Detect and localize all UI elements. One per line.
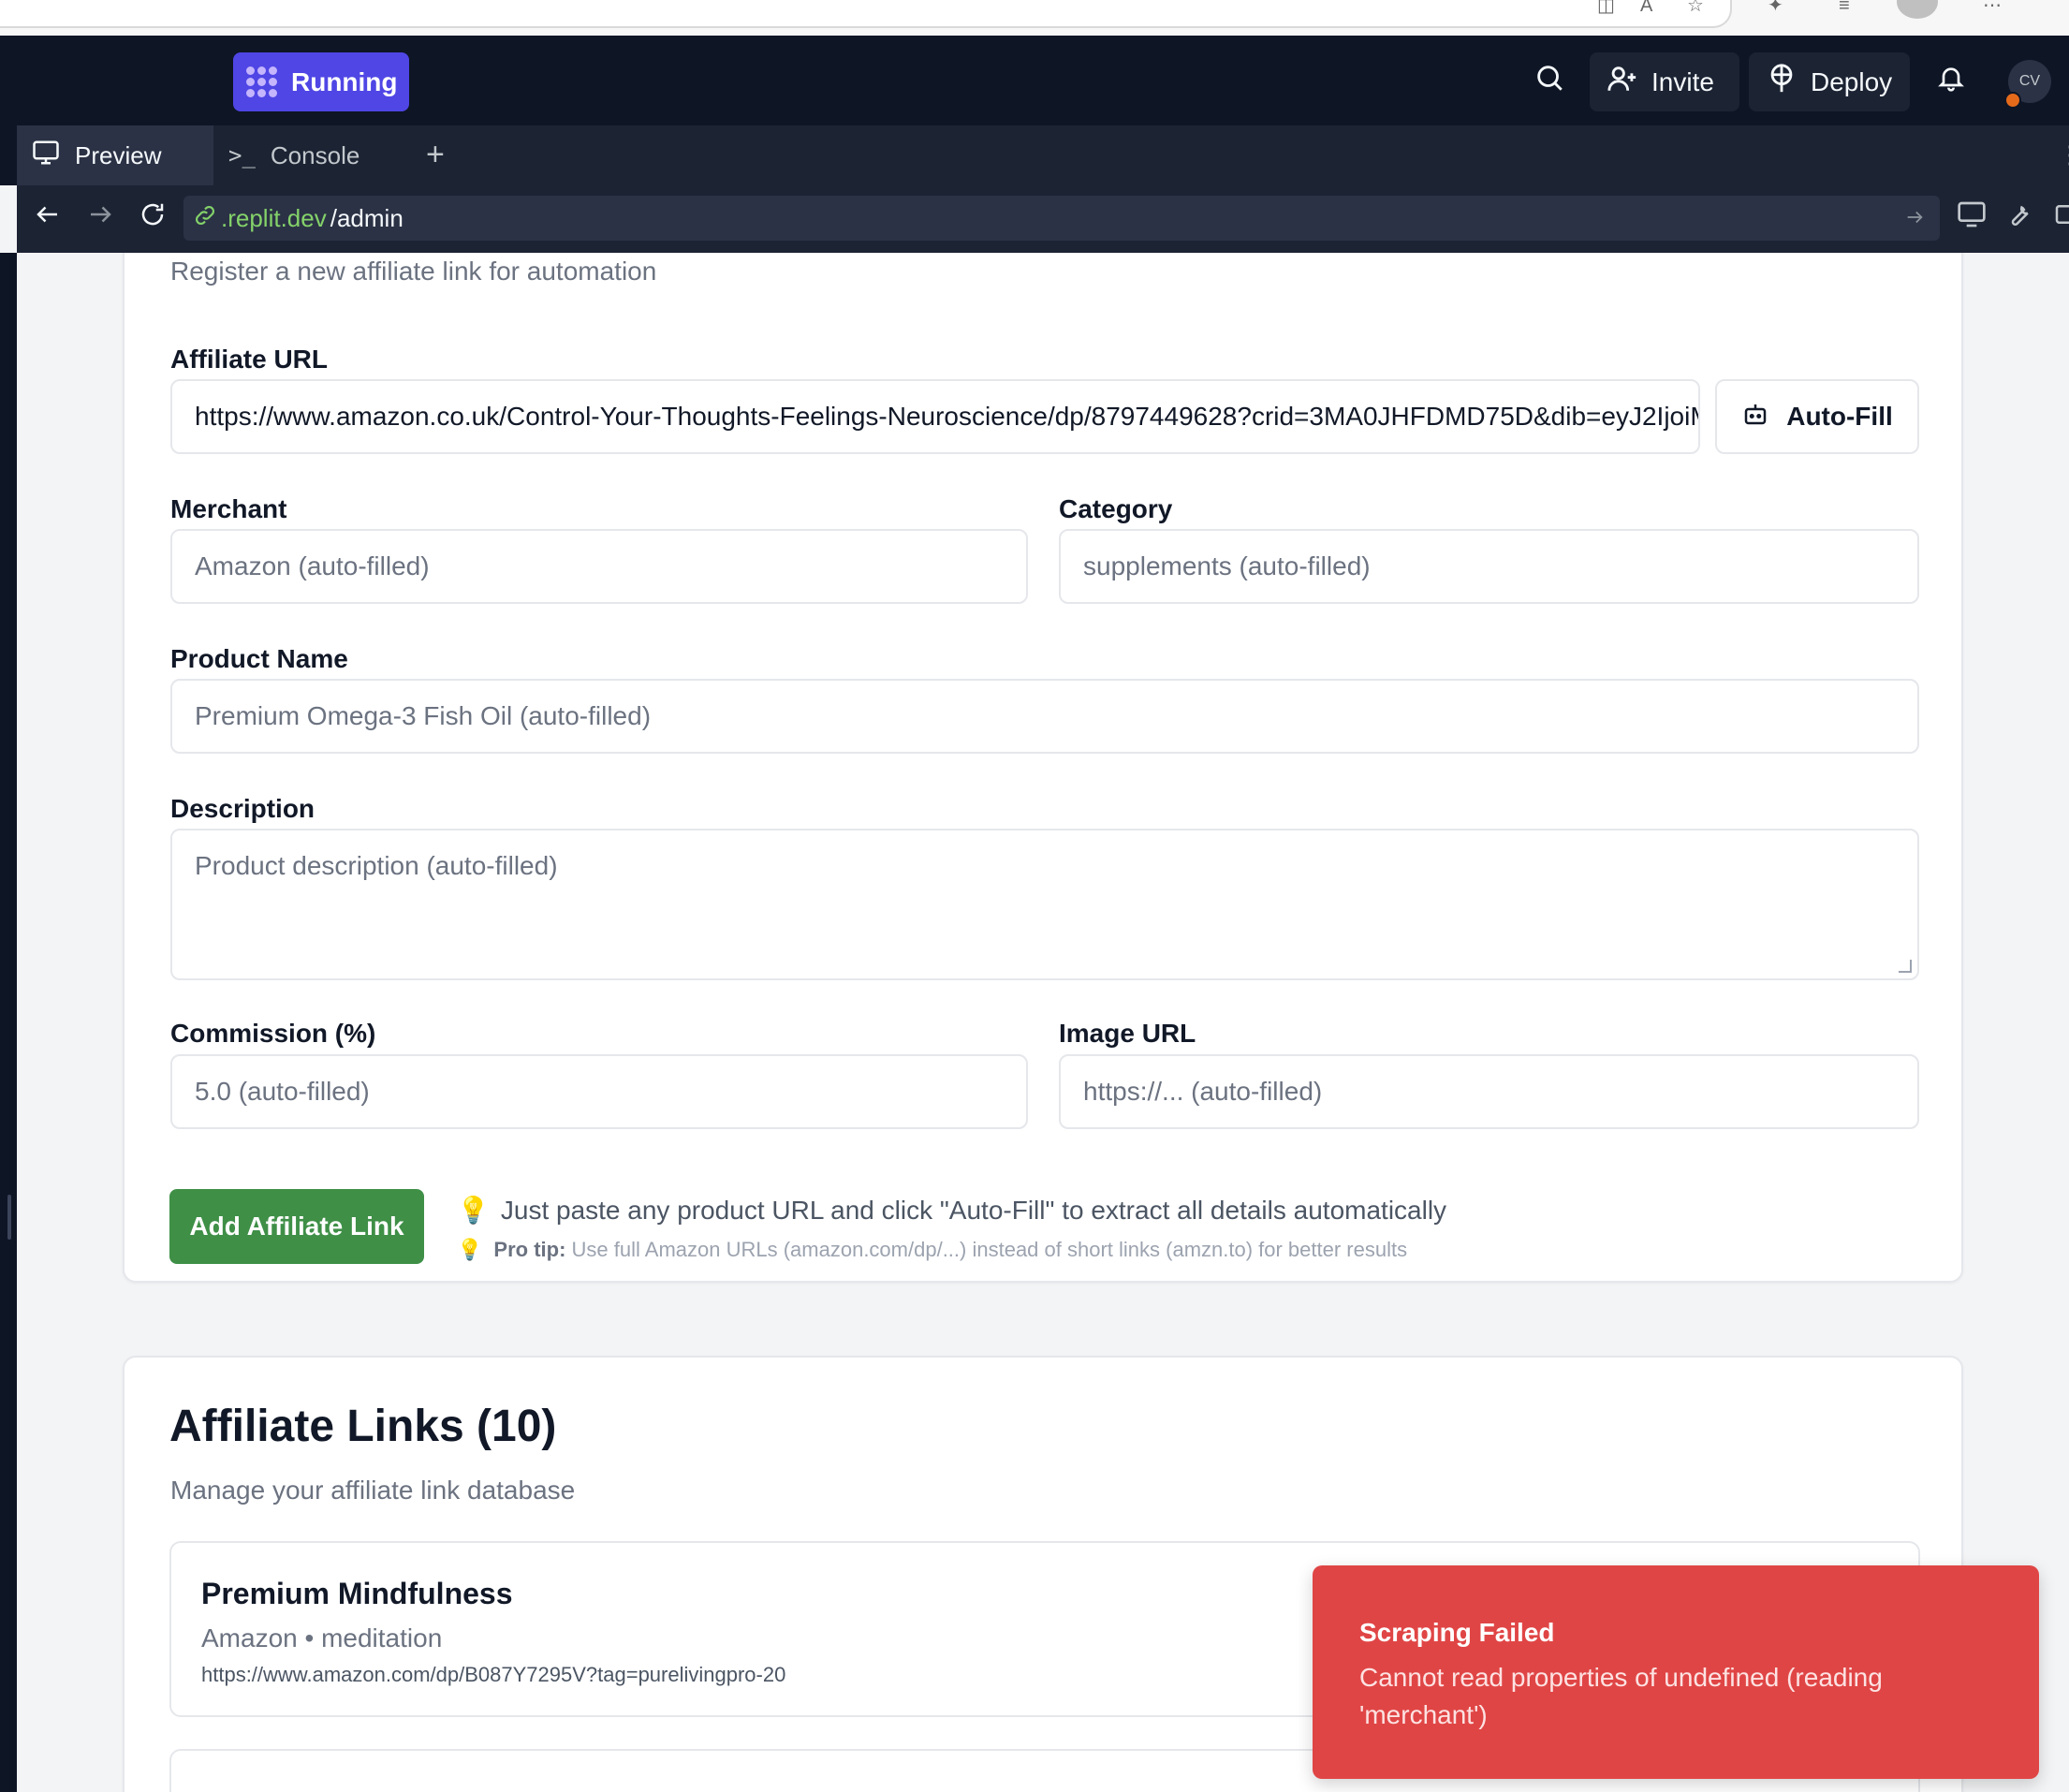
url-domain: .replit.dev: [221, 203, 327, 232]
affiliate-links-title: Affiliate Links (10): [169, 1402, 557, 1451]
form-subtitle: Register a new affiliate link for automa…: [170, 257, 657, 286]
category-label: Category: [1059, 494, 1173, 523]
url-path: /admin: [330, 203, 404, 232]
bell-icon[interactable]: [1936, 62, 1966, 98]
category-placeholder: supplements (auto-filled): [1083, 551, 1371, 580]
replit-topbar: Running Invite Deploy CV: [0, 36, 2069, 125]
browser-profile-avatar[interactable]: [1897, 0, 1938, 19]
avatar-initials: CV: [2018, 73, 2041, 89]
notification-dot: [2004, 92, 2021, 109]
commission-placeholder: 5.0 (auto-filled): [195, 1077, 370, 1106]
add-affiliate-link-label: Add Affiliate Link: [189, 1212, 404, 1241]
collections-icon[interactable]: ≡: [1839, 0, 1850, 15]
commission-label: Commission (%): [170, 1019, 376, 1048]
lightbulb-icon: 💡: [457, 1196, 490, 1225]
product-name-label: Product Name: [170, 644, 348, 673]
tip-pro: 💡 Pro tip: Use full Amazon URLs (amazon.c…: [457, 1238, 1407, 1262]
tip-main: 💡 Just paste any product URL and click "A…: [457, 1195, 1446, 1226]
preview-viewport: Register a new affiliate link for automa…: [17, 253, 2069, 1792]
back-icon[interactable]: [34, 200, 62, 233]
image-url-input[interactable]: https://... (auto-filled): [1059, 1054, 1919, 1129]
run-button[interactable]: Running: [233, 52, 409, 111]
description-placeholder: Product description (auto-filled): [195, 851, 558, 880]
extensions-icon[interactable]: ✦: [1768, 0, 1783, 15]
tab-console-label: Console: [270, 140, 360, 169]
tip-pro-text: Use full Amazon URLs (amazon.com/dp/...)…: [571, 1238, 1408, 1261]
affiliate-url-value: https://www.amazon.co.uk/Control-Your-Th…: [195, 402, 1700, 431]
go-icon[interactable]: [1904, 203, 1925, 238]
image-url-label: Image URL: [1059, 1019, 1196, 1048]
tip-pro-label: Pro tip:: [493, 1238, 566, 1261]
affiliate-url-input[interactable]: https://www.amazon.co.uk/Control-Your-Th…: [170, 379, 1700, 454]
tab-preview[interactable]: Preview: [17, 125, 213, 185]
devtools-icon[interactable]: [1957, 200, 1987, 233]
robot-icon: [1741, 400, 1769, 434]
preview-url-bar: .replit.dev/admin: [17, 185, 2069, 253]
more-menu-icon[interactable]: ⋯: [1983, 0, 2002, 15]
category-input[interactable]: supplements (auto-filled): [1059, 529, 1919, 604]
monitor-icon: [32, 140, 60, 172]
item-url[interactable]: https://www.amazon.com/dp/B087Y7295V?tag…: [201, 1663, 785, 1687]
workspace-tabs: Preview >_ Console + ⋮: [0, 125, 2069, 185]
search-icon[interactable]: [1533, 62, 1565, 98]
product-name-placeholder: Premium Omega-3 Fish Oil (auto-filled): [195, 701, 652, 730]
split-view-icon[interactable]: ◫: [1597, 0, 1615, 15]
pane-menu-icon[interactable]: ⋮: [2058, 140, 2069, 169]
wrench-icon[interactable]: [2005, 200, 2033, 233]
tip-main-text: Just paste any product URL and click "Au…: [500, 1196, 1447, 1225]
deploy-label: Deploy: [1811, 66, 1893, 96]
error-toast[interactable]: Scraping Failed Cannot read properties o…: [1313, 1565, 2039, 1779]
url-input[interactable]: .replit.dev/admin: [183, 196, 1940, 241]
merchant-placeholder: Amazon (auto-filled): [195, 551, 430, 580]
forward-icon[interactable]: [86, 200, 114, 233]
link-icon: [193, 203, 217, 234]
read-aloud-icon[interactable]: A: [1640, 0, 1652, 15]
item-title: Premium Mindfulness: [201, 1577, 513, 1610]
deploy-button[interactable]: Deploy: [1749, 52, 1910, 111]
browser-chrome-strip: ◫ A ☆ ✦ ≡ ⋯: [0, 0, 2069, 36]
image-url-placeholder: https://... (auto-filled): [1083, 1077, 1323, 1106]
affiliate-url-label: Affiliate URL: [170, 345, 328, 374]
reload-icon[interactable]: [139, 200, 167, 233]
plus-icon[interactable]: +: [426, 137, 445, 173]
invite-label: Invite: [1651, 66, 1714, 96]
auto-fill-button[interactable]: Auto-Fill: [1715, 379, 1919, 454]
commission-input[interactable]: 5.0 (auto-filled): [170, 1054, 1028, 1129]
tab-console[interactable]: >_ Console: [213, 125, 410, 185]
affiliate-links-subtitle: Manage your affiliate link database: [170, 1476, 576, 1505]
merchant-label: Merchant: [170, 494, 287, 523]
lightbulb-icon: 💡: [457, 1238, 483, 1261]
description-label: Description: [170, 794, 315, 823]
tab-preview-label: Preview: [75, 140, 162, 169]
product-name-input[interactable]: Premium Omega-3 Fish Oil (auto-filled): [170, 679, 1919, 754]
resize-grip[interactable]: [7, 1195, 11, 1240]
open-new-window-icon[interactable]: [2054, 200, 2069, 233]
item-meta: Amazon • meditation: [201, 1623, 443, 1652]
left-sidebar-edge: [0, 253, 17, 1792]
add-affiliate-link-button[interactable]: Add Affiliate Link: [169, 1189, 424, 1264]
replit-logo-icon: [246, 66, 278, 98]
auto-fill-label: Auto-Fill: [1786, 402, 1893, 431]
invite-icon: [1607, 63, 1638, 101]
toast-message: Cannot read properties of undefined (rea…: [1359, 1663, 1883, 1729]
toast-title: Scraping Failed: [1359, 1618, 1555, 1647]
deploy-icon: [1766, 63, 1798, 101]
favorite-star-icon[interactable]: ☆: [1687, 0, 1704, 15]
run-button-label: Running: [291, 66, 398, 96]
terminal-icon: >_: [228, 142, 256, 169]
merchant-input[interactable]: Amazon (auto-filled): [170, 529, 1028, 604]
description-textarea[interactable]: Product description (auto-filled): [170, 829, 1919, 980]
user-avatar[interactable]: CV: [2004, 60, 2051, 109]
resize-handle[interactable]: [1899, 960, 1912, 973]
invite-button[interactable]: Invite: [1590, 52, 1739, 111]
browser-tab-edge: [0, 0, 1732, 28]
